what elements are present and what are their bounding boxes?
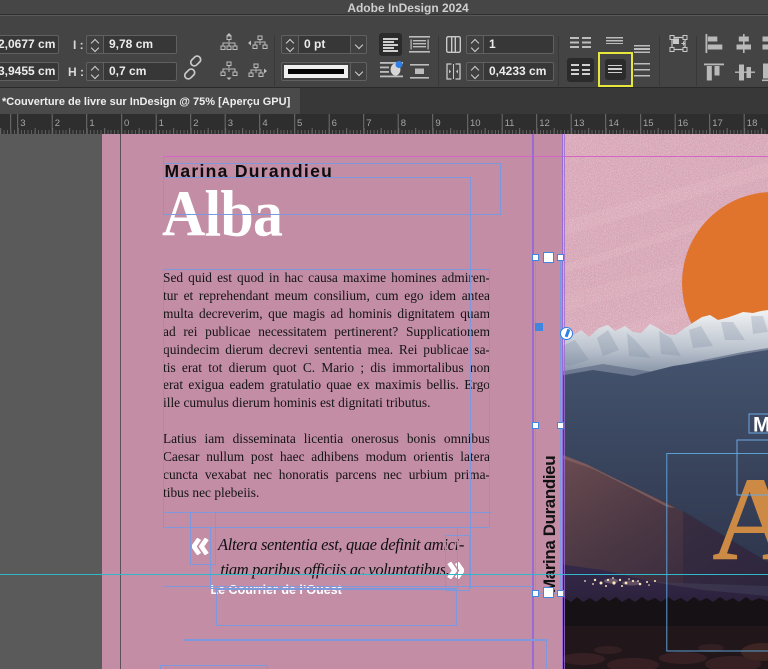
svg-text:A: A bbox=[712, 452, 768, 585]
